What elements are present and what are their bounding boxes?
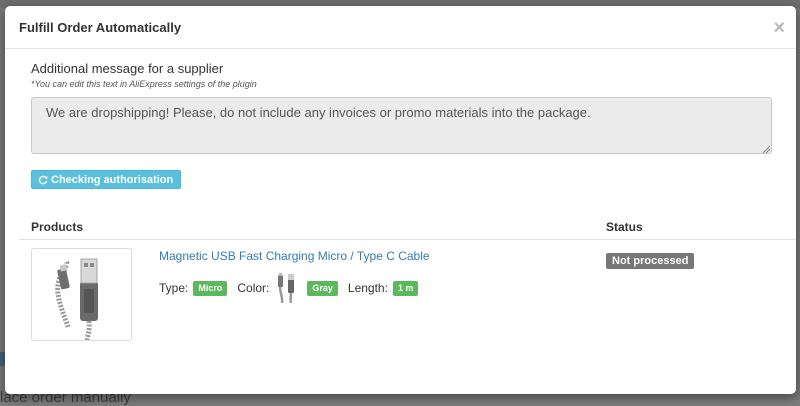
length-label: Length:	[347, 281, 388, 295]
resize-grip-icon[interactable]	[762, 145, 770, 153]
refresh-icon	[38, 175, 48, 184]
length-badge: 1 m	[392, 280, 419, 296]
status-badge: Not processed	[606, 253, 695, 269]
fulfill-order-modal: Fulfill Order Automatically × Additional…	[5, 6, 796, 394]
color-label: Color:	[237, 281, 270, 295]
color-swatch-icon	[278, 273, 295, 303]
supplier-message-label: Additional message for a supplier	[31, 61, 224, 76]
color-badge: Gray	[307, 280, 338, 296]
status-column-header: Status	[606, 220, 643, 234]
checking-authorisation-label: Checking authorisation	[51, 173, 174, 186]
modal-title: Fulfill Order Automatically	[19, 20, 182, 35]
product-attributes: Type: Micro Color: Gray Length: 1 m	[159, 273, 428, 303]
table-divider	[19, 239, 796, 240]
modal-header: Fulfill Order Automatically ×	[5, 6, 796, 49]
product-name-link[interactable]: Magnetic USB Fast Charging Micro / Type …	[159, 249, 430, 263]
supplier-message-hint: *You can edit this text in AliExpress se…	[31, 79, 257, 89]
close-button[interactable]: ×	[773, 18, 785, 38]
type-badge: Micro	[193, 280, 228, 296]
type-label: Type:	[159, 281, 189, 295]
supplier-message-textarea[interactable]	[31, 97, 772, 154]
usb-cable-icon	[55, 258, 98, 341]
product-thumbnail[interactable]	[31, 248, 132, 341]
checking-authorisation-button[interactable]: Checking authorisation	[31, 170, 182, 189]
products-column-header: Products	[31, 220, 84, 234]
